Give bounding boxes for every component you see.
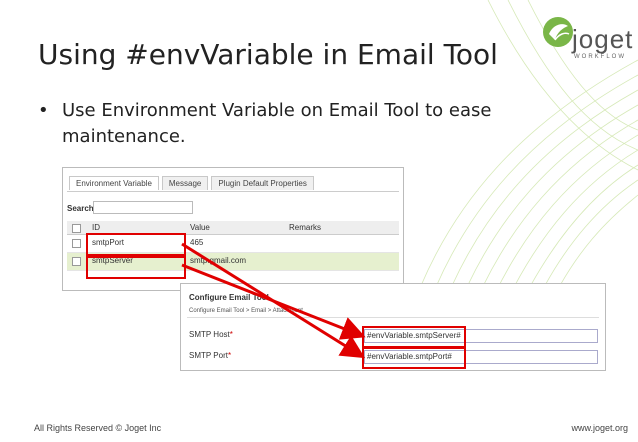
tab-environment-variable[interactable]: Environment Variable	[69, 176, 159, 190]
highlight-smtp-host	[362, 326, 466, 348]
search-input[interactable]	[93, 201, 193, 214]
smtp-port-label: SMTP Port*	[189, 351, 231, 360]
row-checkbox[interactable]	[72, 239, 81, 248]
footer-copyright: All Rights Reserved © Joget Inc	[34, 423, 162, 433]
highlight-smtpserver	[86, 254, 186, 279]
column-header-value[interactable]: Value	[190, 223, 210, 232]
tab-bar: Environment Variable Message Plugin Defa…	[69, 176, 317, 190]
required-mark: *	[229, 330, 233, 339]
row-checkbox[interactable]	[72, 257, 81, 266]
smtp-host-label-text: SMTP Host	[189, 330, 230, 339]
tab-divider	[67, 191, 399, 192]
header-divider	[187, 317, 599, 318]
footer-url: www.joget.org	[571, 423, 628, 433]
bullet-text: Use Environment Variable on Email Tool t…	[62, 100, 492, 147]
search-label: Search	[67, 204, 94, 213]
smtp-port-label-text: SMTP Port	[189, 351, 228, 360]
logo-wordmark: joget	[572, 24, 634, 54]
highlight-smtp-port	[362, 347, 466, 369]
logo-subtitle: WORKFLOW	[574, 54, 626, 60]
slide-title: Using #envVariable in Email Tool	[38, 38, 498, 71]
config-header: Configure Email Tool	[189, 293, 269, 302]
breadcrumb: Configure Email Tool > Email > Attachmen…	[189, 308, 303, 314]
column-header-id[interactable]: ID	[92, 223, 100, 232]
tab-plugin-default-properties[interactable]: Plugin Default Properties	[211, 176, 314, 190]
required-mark: *	[227, 351, 232, 360]
cell-value: smtp.gmail.com	[190, 256, 247, 265]
column-header-remarks[interactable]: Remarks	[289, 223, 321, 232]
tab-message[interactable]: Message	[161, 176, 209, 190]
select-all-checkbox[interactable]	[72, 224, 81, 233]
smtp-host-label: SMTP Host*	[189, 330, 233, 339]
cell-value: 465	[190, 238, 204, 247]
bullet-dot: •	[38, 100, 49, 121]
